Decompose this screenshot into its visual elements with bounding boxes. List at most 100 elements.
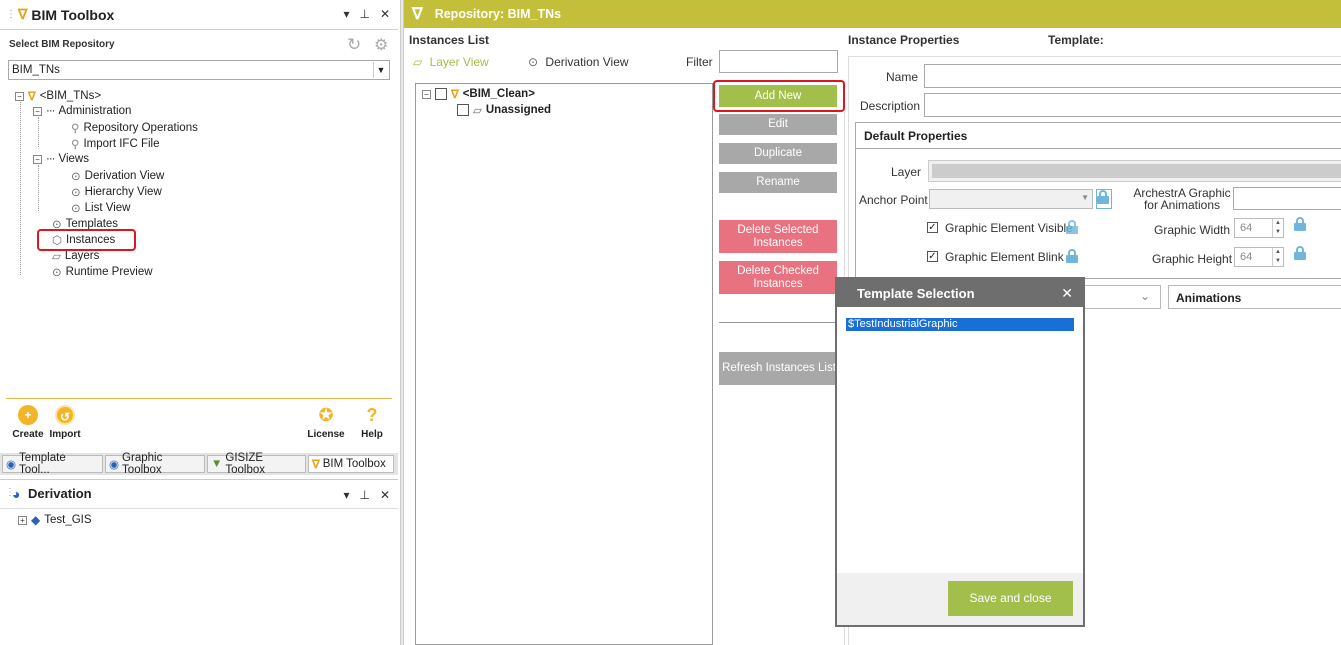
tree-item-hierarchy-view[interactable]: ⊙ Hierarchy View [71,185,162,199]
create-button[interactable]: + Create [12,405,44,440]
tree-item-repository-operations[interactable]: ⚲ Repository Operations [71,121,198,135]
collapse-icon[interactable]: − [33,106,42,116]
license-badge-icon: ✪ [318,405,334,425]
animations-header[interactable]: Animations [1168,285,1341,309]
tree-label: Test_GIS [44,514,92,526]
chevron-down-icon[interactable]: ⌄ [1140,289,1150,303]
derivation-icon: ◕ [12,486,21,502]
root-checkbox[interactable] [435,88,447,100]
template-selection-dialog: Template Selection ✕ $TestIndustrialGrap… [835,277,1085,627]
instance-properties-title: Instance Properties [848,33,960,47]
radio-icon: ⊙ [528,55,539,69]
collapsed-section-header[interactable]: ⌄ [1083,285,1161,309]
anchor-point-label: Anchor Point [859,193,928,207]
add-new-highlight [713,80,845,112]
graphic-height-stepper[interactable]: 64 ▲ ▼ [1234,247,1284,267]
layer-select[interactable] [928,160,1341,182]
tab-graphic-toolbox[interactable]: ◉ Graphic Toolbox [105,452,205,476]
preview-icon: ⊙ [52,267,62,279]
instance-tree-unassigned[interactable]: ▱ Unassigned [457,103,551,117]
dropdown-icon[interactable]: ▾ [343,488,349,502]
derivation-item-test-gis[interactable]: + ◆ Test_GIS [18,513,92,527]
gisize-icon: ▼ [211,458,223,470]
description-field[interactable] [924,93,1341,117]
tree-item-derivation-view[interactable]: ⊙ Derivation View [71,169,164,183]
graphic-width-stepper[interactable]: 64 ▲ ▼ [1234,218,1284,238]
default-properties-header[interactable]: Default Properties [855,122,1341,149]
tree-item-administration[interactable]: − ··· Administration [33,105,131,117]
save-and-close-button[interactable]: Save and close [948,581,1073,616]
lock-icon[interactable] [1066,220,1078,234]
layer-view-radio[interactable]: ▱ Layer View [413,55,489,69]
tree-label: Hierarchy View [84,186,162,198]
dots-icon: ··· [46,153,55,165]
collapse-icon[interactable]: − [422,89,431,99]
tree-item-layers[interactable]: ▱ Layers [52,249,99,263]
archestra-label: ArchestrA Graphic for Animations [1133,186,1231,212]
close-icon[interactable]: ✕ [380,7,390,21]
expand-icon[interactable]: + [18,515,27,525]
refresh-icon[interactable]: ↻ [347,35,361,55]
edit-button[interactable]: Edit [719,114,837,135]
instance-tree-root[interactable]: − ∇ <BIM_Clean> [422,87,535,101]
tab-template-toolbox[interactable]: ◉ Template Tool... [2,452,103,476]
pin-icon[interactable]: ⊥ [359,7,369,21]
repository-header-title: Repository: BIM_TNs [434,7,562,21]
bim-logo-icon: ∇ [28,91,36,103]
delete-checked-button[interactable]: Delete Checked Instances [719,261,837,294]
buttons-divider [719,322,844,323]
graphic-visible-checkbox[interactable]: ✓ [927,222,938,233]
collapse-icon[interactable]: − [15,91,24,101]
settings-gear-icon[interactable]: ⚙ [374,35,388,55]
tab-label: BIM Toolbox [322,458,386,470]
archestra-graphic-field[interactable] [1233,187,1341,210]
close-icon[interactable]: ✕ [380,488,390,502]
repository-select[interactable]: BIM_TNs ▼ [8,60,390,80]
duplicate-button[interactable]: Duplicate [719,143,837,164]
lock-icon[interactable] [1066,249,1078,263]
close-icon[interactable]: ✕ [1061,285,1073,302]
dropdown-icon[interactable]: ▾ [343,7,349,21]
lock-icon[interactable] [1294,217,1306,231]
tree-label: Views [58,153,89,165]
layer-label: Layer [891,165,922,179]
chevron-down-icon: ▼ [373,62,388,78]
import-button[interactable]: ↺ Import [49,405,81,440]
derivation-view-radio[interactable]: ⊙ Derivation View [528,55,629,69]
toolbox-title: BIM Toolbox [31,6,115,23]
derivation-title-bar: ⋮ ◕ Derivation ▾ ⊥ ✕ [0,479,398,509]
delete-selected-button[interactable]: Delete Selected Instances [719,220,837,253]
graphic-blink-checkbox[interactable]: ✓ [927,251,938,262]
pin-icon[interactable]: ⊥ [359,488,369,502]
tab-gisize-toolbox[interactable]: ▼ GISIZE Toolbox [207,452,306,476]
refresh-instances-button[interactable]: Refresh Instances List [719,352,839,385]
tree-root[interactable]: − ∇ <BIM_TNs> [15,89,101,103]
panel-splitter[interactable] [400,0,404,645]
lock-icon[interactable] [1294,246,1306,260]
tree-label: Repository Operations [83,122,198,134]
tree-item-views[interactable]: − ··· Views [33,153,89,165]
stepper-arrows-icon[interactable]: ▲ ▼ [1272,219,1283,237]
name-field[interactable] [924,64,1341,88]
import-icon: ↺ [55,405,75,425]
tree-item-list-view[interactable]: ⊙ List View [71,201,130,215]
unassigned-checkbox[interactable] [457,104,469,116]
animations-title: Animations [1176,291,1242,305]
tab-bim-toolbox[interactable]: ∇ BIM Toolbox [308,455,394,473]
license-button[interactable]: ✪ License [306,405,346,440]
filter-input[interactable] [719,50,838,73]
collapse-icon[interactable]: − [33,154,42,164]
import-label: Import [49,429,81,440]
plus-icon: + [18,405,38,425]
tab-label: GISIZE Toolbox [225,452,266,476]
tree-item-runtime-preview[interactable]: ⊙ Runtime Preview [52,265,153,279]
anchor-point-select[interactable]: ▼ [929,189,1093,209]
template-list-item[interactable]: $TestIndustrialGraphic [846,318,1074,331]
stepper-arrows-icon[interactable]: ▲ ▼ [1272,248,1283,266]
help-icon: ? [366,405,378,425]
tree-item-import-ifc[interactable]: ⚲ Import IFC File [71,137,159,151]
help-button[interactable]: ? Help [355,405,389,440]
rename-button[interactable]: Rename [719,172,837,193]
description-label: Description [860,99,921,113]
bim-logo-icon: ∇ [312,459,320,471]
